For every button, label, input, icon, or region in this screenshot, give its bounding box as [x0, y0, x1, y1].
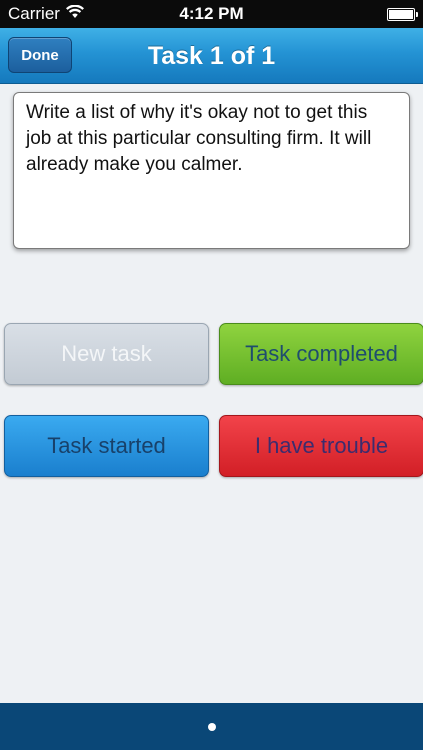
carrier-label: Carrier [8, 4, 60, 23]
task-started-button[interactable]: Task started [4, 415, 209, 477]
battery-icon [387, 7, 418, 21]
trouble-button[interactable]: I have trouble [219, 415, 423, 477]
task-text-box[interactable]: Write a list of why it's okay not to get… [13, 92, 410, 249]
new-task-button[interactable]: New task [4, 323, 209, 385]
page-indicator-dot[interactable] [207, 722, 216, 731]
task-completed-button[interactable]: Task completed [219, 323, 423, 385]
task-text: Write a list of why it's okay not to get… [26, 102, 372, 175]
done-button[interactable]: Done [8, 37, 72, 73]
status-bar: Carrier 4:12 PM [0, 0, 423, 28]
bottom-bar [0, 703, 423, 750]
nav-bar: Task 1 of 1 Done [0, 28, 423, 84]
wifi-icon [65, 4, 84, 24]
status-left: Carrier [8, 4, 84, 24]
